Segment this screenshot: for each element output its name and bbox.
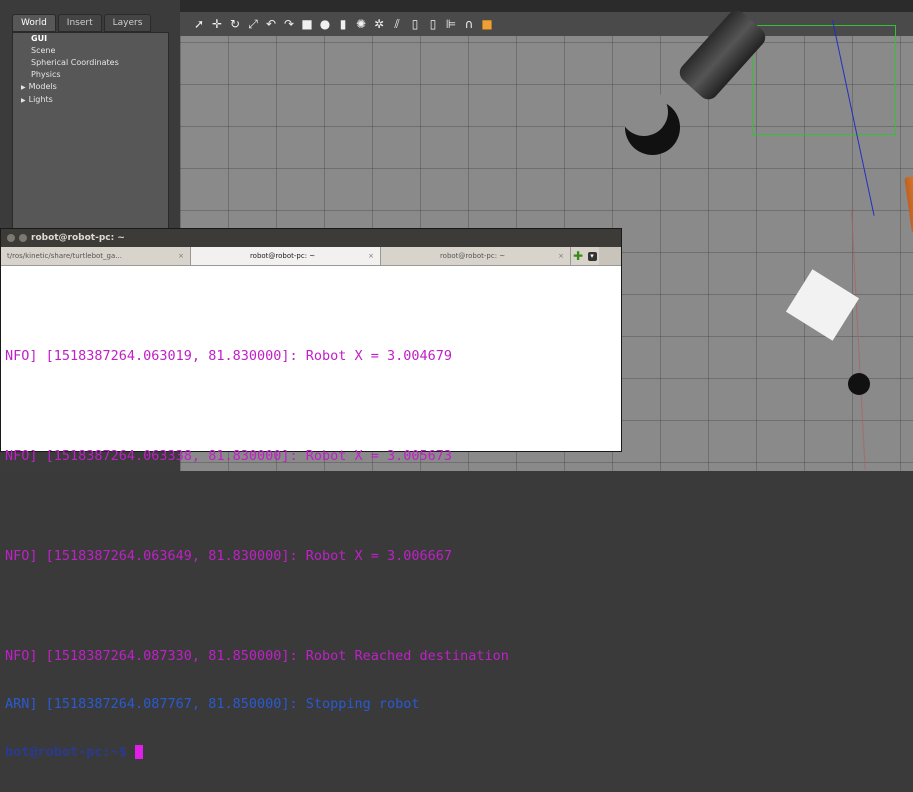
paste-icon[interactable]: ▯ (426, 17, 440, 31)
close-tab-icon[interactable]: × (178, 252, 184, 260)
log-line: NFO] [1518387264.063649, 81.830000]: Rob… (5, 548, 453, 564)
log-line: NFO] [1518387264.087330, 81.850000]: Rob… (5, 648, 509, 664)
crescent-cutout (620, 88, 668, 136)
prompt-line[interactable]: bot@robot-pc:~$ (5, 744, 621, 760)
terminal-tab-label: t/ros/kinetic/share/turtlebot_ga... (7, 252, 122, 260)
minimize-window-icon[interactable] (19, 234, 27, 242)
terminal-window[interactable]: robot@robot-pc: ~ t/ros/kinetic/share/tu… (0, 228, 622, 760)
copy-icon[interactable]: ▯ (408, 17, 422, 31)
rotate-icon[interactable]: ↻ (228, 17, 242, 31)
redo-icon[interactable]: ↷ (282, 17, 296, 31)
text-cursor (135, 745, 144, 759)
align-icon[interactable]: ⊫ (444, 17, 458, 31)
tab-menu-icon[interactable]: ▾ (585, 247, 599, 265)
tree-item-models[interactable]: Models (13, 81, 168, 94)
shell-prompt: bot@robot-pc:~$ (5, 744, 136, 760)
world-tree: GUI Scene Spherical Coordinates Physics … (12, 32, 169, 234)
orange-box-model[interactable] (904, 172, 913, 234)
close-tab-icon[interactable]: × (368, 252, 374, 260)
terminal-tabs: t/ros/kinetic/share/turtlebot_ga... × ro… (1, 247, 621, 266)
box-icon[interactable]: ■ (300, 17, 314, 31)
sphere-icon[interactable]: ● (318, 17, 332, 31)
menu-bar (180, 0, 913, 12)
terminal-tab-1[interactable]: t/ros/kinetic/share/turtlebot_ga... × (1, 247, 191, 265)
terminal-title: robot@robot-pc: ~ (31, 233, 125, 243)
directional-light-icon[interactable]: ⫽ (390, 17, 404, 32)
panel-tabs: World Insert Layers (12, 14, 153, 32)
tree-item-gui[interactable]: GUI (13, 33, 168, 45)
terminal-tab-3[interactable]: robot@robot-pc: ~ × (381, 247, 571, 265)
tab-layers[interactable]: Layers (103, 14, 152, 32)
undo-icon[interactable]: ↶ (264, 17, 278, 31)
terminal-tab-label: robot@robot-pc: ~ (249, 252, 316, 260)
tree-item-physics[interactable]: Physics (13, 69, 168, 81)
select-arrow-icon[interactable]: ➚ (192, 17, 206, 31)
log-line: NFO] [1518387264.063338, 81.830000]: Rob… (5, 448, 453, 464)
terminal-titlebar: robot@robot-pc: ~ (1, 229, 621, 247)
terminal-output[interactable]: NFO] [1518387264.063019, 81.830000]: Rob… (1, 266, 621, 792)
tree-item-spherical-coordinates[interactable]: Spherical Coordinates (13, 57, 168, 69)
cylinder-icon[interactable]: ▮ (336, 17, 350, 31)
selected-model-outline (752, 25, 896, 135)
white-box-model[interactable] (785, 269, 860, 341)
robot-model[interactable] (848, 373, 870, 395)
terminal-tab-label: robot@robot-pc: ~ (439, 252, 506, 260)
tree-item-scene[interactable]: Scene (13, 45, 168, 57)
spot-light-icon[interactable]: ✲ (372, 17, 386, 31)
log-line: ARN] [1518387264.087767, 81.850000]: Sto… (5, 696, 420, 712)
new-tab-icon[interactable]: ✚ (571, 247, 585, 265)
terminal-tab-2[interactable]: robot@robot-pc: ~ × (191, 247, 381, 265)
scale-icon[interactable]: ⤢ (246, 17, 260, 32)
snap-icon[interactable]: ∩ (462, 17, 476, 31)
close-window-icon[interactable] (7, 234, 15, 242)
translate-icon[interactable]: ✛ (210, 17, 224, 31)
tab-insert[interactable]: Insert (57, 14, 102, 32)
change-view-icon[interactable]: ■ (480, 17, 494, 31)
log-line: NFO] [1518387264.063019, 81.830000]: Rob… (5, 348, 453, 364)
point-light-icon[interactable]: ✺ (354, 17, 368, 31)
tab-world[interactable]: World (12, 14, 56, 32)
close-tab-icon[interactable]: × (558, 252, 564, 260)
x-axis-line (851, 209, 866, 470)
tree-item-lights[interactable]: Lights (13, 94, 168, 107)
